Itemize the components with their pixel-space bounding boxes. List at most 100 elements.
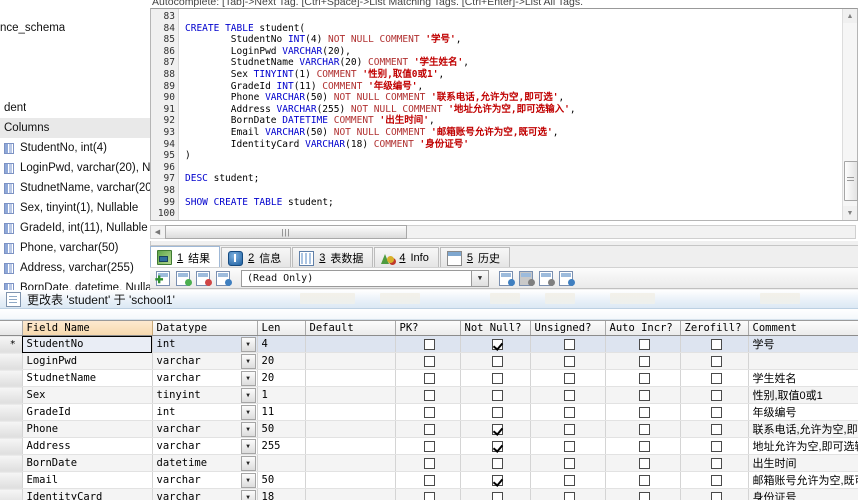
zerofill-checkbox-cell[interactable] (680, 369, 749, 387)
field-name-cell[interactable]: BornDate (22, 454, 153, 472)
tab-3[interactable]: 3 表数据 (292, 247, 374, 268)
unsigned-checkbox-cell[interactable] (530, 454, 606, 472)
unsigned-checkbox-cell[interactable] (530, 420, 606, 438)
not-null-checkbox[interactable] (491, 474, 503, 486)
unsigned-checkbox[interactable] (564, 406, 575, 418)
zerofill-checkbox[interactable] (710, 440, 722, 452)
code-line[interactable] (185, 162, 857, 174)
not-null-checkbox[interactable] (491, 338, 503, 350)
comment-cell[interactable]: 出生时间 (748, 454, 858, 472)
pk-checkbox[interactable] (424, 457, 435, 469)
grid-header-default[interactable]: Default (305, 321, 396, 336)
code-line[interactable]: DESC student; (185, 173, 857, 185)
comment-cell[interactable]: 邮箱账号允许为空,既可 (748, 471, 858, 489)
not-null-checkbox-cell[interactable] (460, 335, 531, 353)
tree-item-table[interactable]: dent (0, 98, 150, 118)
auto-incr-checkbox[interactable] (639, 355, 650, 367)
code-line[interactable]: LoginPwd VARCHAR(20), (185, 46, 857, 58)
datatype-cell[interactable]: varchar ▼ (152, 352, 258, 370)
len-cell[interactable]: 50 (257, 420, 306, 438)
unsigned-checkbox[interactable] (564, 440, 575, 452)
zerofill-checkbox-cell[interactable] (680, 488, 749, 500)
datatype-dropdown-icon[interactable]: ▼ (240, 473, 256, 488)
datatype-cell[interactable]: varchar ▼ (152, 471, 258, 489)
code-line[interactable]: GradeId INT(11) COMMENT '年级编号', (185, 81, 857, 93)
zerofill-checkbox-cell[interactable] (680, 437, 749, 455)
datatype-dropdown-icon[interactable]: ▼ (240, 388, 256, 403)
refresh-record-button[interactable] (215, 270, 232, 286)
code-line[interactable] (185, 185, 857, 197)
pk-checkbox-cell[interactable] (395, 335, 461, 353)
pk-checkbox[interactable] (424, 355, 435, 367)
auto-incr-checkbox[interactable] (639, 389, 650, 401)
len-cell[interactable] (257, 454, 306, 472)
auto-incr-checkbox[interactable] (639, 338, 650, 350)
pk-checkbox[interactable] (424, 474, 435, 486)
pk-checkbox-cell[interactable] (395, 471, 461, 489)
not-null-checkbox-cell[interactable] (460, 369, 531, 387)
table-row[interactable]: GradeId int ▼ 11 年级编号 (0, 403, 858, 421)
grid-header-zerofill[interactable]: Zerofill? (680, 321, 749, 336)
code-line[interactable]: CREATE TABLE student( (185, 23, 857, 35)
default-cell[interactable] (305, 420, 396, 438)
auto-incr-checkbox-cell[interactable] (605, 454, 681, 472)
zerofill-checkbox[interactable] (710, 457, 722, 469)
zerofill-checkbox[interactable] (710, 338, 722, 350)
auto-incr-checkbox[interactable] (639, 372, 650, 384)
not-null-checkbox[interactable] (491, 406, 503, 418)
row-marker[interactable] (0, 386, 23, 404)
unsigned-checkbox[interactable] (564, 457, 575, 469)
table-row[interactable]: Phone varchar ▼ 50 联系电话,允许为空,即 (0, 420, 858, 438)
zerofill-checkbox[interactable] (710, 355, 722, 367)
field-name-cell[interactable]: IdentityCard (22, 488, 153, 500)
code-line[interactable]: BornDate DATETIME COMMENT '出生时间', (185, 115, 857, 127)
grid-header-len[interactable]: Len (257, 321, 306, 336)
datatype-cell[interactable]: datetime ▼ (152, 454, 258, 472)
zerofill-checkbox-cell[interactable] (680, 352, 749, 370)
len-cell[interactable]: 255 (257, 437, 306, 455)
tree-item-column[interactable]: StudnetName, varchar(20) (0, 178, 150, 198)
datatype-dropdown-icon[interactable]: ▼ (240, 337, 256, 352)
auto-incr-checkbox-cell[interactable] (605, 437, 681, 455)
tree-item-column[interactable]: StudentNo, int(4) (0, 138, 150, 158)
zerofill-checkbox[interactable] (710, 423, 722, 435)
auto-incr-checkbox-cell[interactable] (605, 369, 681, 387)
not-null-checkbox-cell[interactable] (460, 403, 531, 421)
grid-header-pk[interactable]: PK? (395, 321, 461, 336)
table-row[interactable]: Email varchar ▼ 50 邮箱账号允许为空,既可 (0, 471, 858, 489)
auto-incr-checkbox[interactable] (639, 440, 650, 452)
comment-cell[interactable]: 学生姓名 (748, 369, 858, 387)
pk-checkbox-cell[interactable] (395, 437, 461, 455)
row-marker[interactable] (0, 471, 23, 489)
column-grid-body[interactable]: * StudentNo int ▼ 4 学号 LoginPwd varchar ▼ 20 Studn… (0, 335, 858, 500)
zerofill-checkbox[interactable] (710, 491, 722, 500)
row-marker[interactable] (0, 420, 23, 438)
tab-5[interactable]: 5 历史 (439, 247, 510, 268)
datatype-cell[interactable]: varchar ▼ (152, 420, 258, 438)
auto-incr-checkbox-cell[interactable] (605, 386, 681, 404)
comment-cell[interactable]: 地址允许为空,即可选输 (748, 437, 858, 455)
zerofill-checkbox-cell[interactable] (680, 335, 749, 353)
default-cell[interactable] (305, 454, 396, 472)
datatype-dropdown-icon[interactable]: ▼ (240, 490, 256, 500)
pk-checkbox[interactable] (424, 491, 435, 500)
code-line[interactable]: Address VARCHAR(255) NOT NULL COMMENT '地… (185, 104, 857, 116)
zerofill-checkbox-cell[interactable] (680, 386, 749, 404)
not-null-checkbox-cell[interactable] (460, 352, 531, 370)
zerofill-checkbox[interactable] (710, 406, 722, 418)
not-null-checkbox-cell[interactable] (460, 386, 531, 404)
pk-checkbox[interactable] (424, 338, 435, 350)
unsigned-checkbox-cell[interactable] (530, 488, 606, 500)
horizontal-scroll-thumb[interactable]: ||| (165, 225, 407, 239)
code-line[interactable]: Sex TINYINT(1) COMMENT '性别,取值0或1', (185, 69, 857, 81)
not-null-checkbox-cell[interactable] (460, 471, 531, 489)
column-grid[interactable]: Field Name Datatype Len Default PK? Not Null?… (0, 320, 858, 500)
grid-header-auto-incr[interactable]: Auto Incr? (605, 321, 681, 336)
len-cell[interactable]: 18 (257, 488, 306, 500)
grid-header-not-null[interactable]: Not Null? (460, 321, 531, 336)
table-row[interactable]: StudnetName varchar ▼ 20 学生姓名 (0, 369, 858, 387)
table-row[interactable]: Address varchar ▼ 255 地址允许为空,即可选输 (0, 437, 858, 455)
unsigned-checkbox[interactable] (564, 338, 575, 350)
auto-incr-checkbox[interactable] (639, 406, 650, 418)
zerofill-checkbox[interactable] (710, 389, 722, 401)
